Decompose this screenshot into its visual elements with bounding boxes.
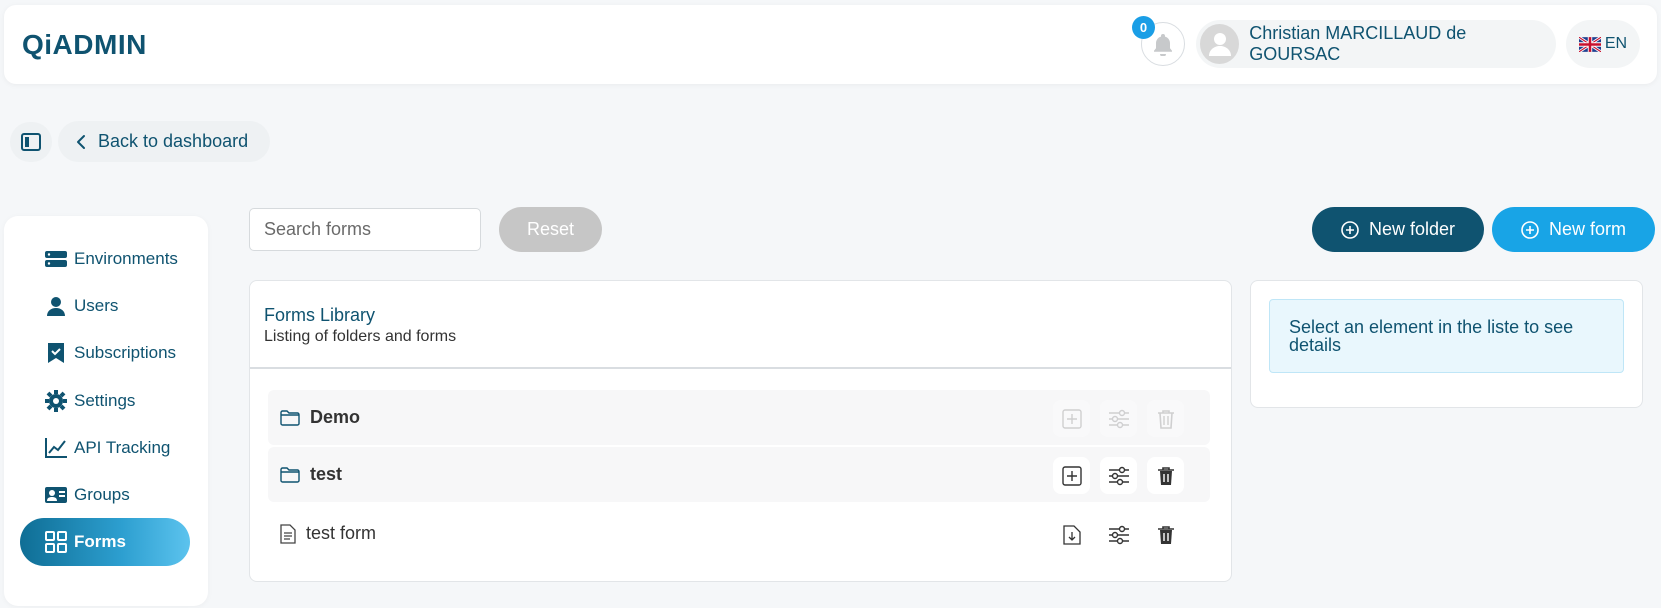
sidebar-item-subscriptions[interactable]: Subscriptions — [20, 329, 190, 377]
plus-circle-icon — [1521, 220, 1539, 239]
back-label: Back to dashboard — [98, 131, 249, 151]
user-menu[interactable]: Christian MARCILLAUD de GOURSAC — [1196, 20, 1556, 68]
delete-button[interactable] — [1147, 516, 1184, 553]
sidebar: Environments Users Subscriptions Setting… — [4, 216, 208, 606]
new-folder-button[interactable]: New folder — [1312, 207, 1484, 252]
new-form-label: New form — [1548, 219, 1626, 239]
logo-text: QiADMIN — [22, 29, 147, 60]
sidebar-item-label: Groups — [74, 485, 130, 504]
user-icon — [44, 296, 68, 316]
sidebar-item-label: API Tracking — [74, 438, 171, 457]
app-logo[interactable]: QiADMIN — [22, 29, 147, 61]
plus-square-icon — [1061, 408, 1082, 429]
list-item-folder-test[interactable]: test — [268, 447, 1210, 502]
back-to-dashboard-button[interactable]: Back to dashboard — [58, 121, 270, 162]
sidebar-item-label: Forms — [74, 532, 126, 551]
forms-library-panel: Forms Library Listing of folders and for… — [249, 280, 1232, 582]
list-item-label: Demo — [310, 407, 361, 427]
language-label: EN — [1604, 35, 1628, 52]
sidebar-item-forms[interactable]: Forms — [20, 518, 190, 566]
trend-chart-icon — [44, 437, 68, 459]
sidebar-item-environments[interactable]: Environments — [20, 235, 190, 283]
user-avatar-icon — [1208, 33, 1231, 56]
search-input[interactable] — [249, 208, 481, 251]
sliders-icon — [1108, 525, 1129, 544]
chevron-left-icon — [77, 134, 85, 149]
language-selector[interactable]: EN — [1566, 20, 1640, 68]
sliders-icon — [1108, 409, 1129, 428]
uk-flag-icon — [1578, 36, 1601, 52]
list-item-folder-demo[interactable]: Demo — [268, 390, 1210, 445]
sidebar-panel-icon — [21, 133, 41, 151]
user-name: Christian MARCILLAUD de GOURSAC — [1249, 23, 1467, 64]
delete-button[interactable] — [1147, 400, 1184, 437]
add-item-button[interactable] — [1053, 400, 1090, 437]
list-item-label: test form — [306, 523, 377, 543]
sidebar-item-label: Settings — [74, 391, 136, 410]
new-form-button[interactable]: New form — [1492, 207, 1655, 252]
trash-icon — [1157, 466, 1174, 485]
sidebar-item-api-tracking[interactable]: API Tracking — [20, 424, 190, 472]
sidebar-item-settings[interactable]: Settings — [20, 377, 190, 425]
notification-count-badge: 0 — [1132, 16, 1155, 39]
bell-icon — [1154, 34, 1172, 56]
sidebar-item-label: Users — [74, 296, 119, 315]
settings-button[interactable] — [1100, 400, 1137, 437]
server-icon — [44, 249, 68, 269]
library-title: Forms Library — [264, 305, 376, 325]
id-card-icon — [44, 486, 68, 504]
sidebar-item-groups[interactable]: Groups — [20, 471, 190, 519]
grid-icon — [44, 530, 68, 554]
file-download-icon — [1062, 524, 1081, 545]
sidebar-item-label: Environments — [74, 249, 178, 268]
divider — [250, 367, 1231, 369]
library-subtitle: Listing of folders and forms — [264, 328, 457, 345]
gear-icon — [44, 390, 68, 412]
plus-circle-icon — [1341, 220, 1359, 239]
folder-icon — [280, 409, 300, 426]
details-panel: Select an element in the liste to see de… — [1250, 280, 1643, 408]
avatar — [1200, 24, 1240, 64]
sidebar-item-label: Subscriptions — [74, 343, 177, 362]
trash-icon — [1157, 409, 1174, 429]
bookmark-check-icon — [44, 342, 68, 364]
list-item-label: test — [310, 464, 343, 484]
delete-button[interactable] — [1147, 457, 1184, 494]
document-icon — [280, 523, 296, 544]
sidebar-item-users[interactable]: Users — [20, 282, 190, 330]
reset-button[interactable]: Reset — [499, 207, 602, 252]
sliders-icon — [1108, 466, 1129, 485]
settings-button[interactable] — [1100, 457, 1137, 494]
list-item-form-test-form[interactable]: test form — [268, 506, 1210, 561]
trash-icon — [1157, 525, 1174, 544]
settings-button[interactable] — [1100, 516, 1137, 553]
add-item-button[interactable] — [1053, 457, 1090, 494]
info-message: Select an element in the liste to see de… — [1269, 299, 1624, 373]
plus-square-icon — [1061, 465, 1082, 486]
folder-icon — [280, 466, 300, 483]
sidebar-toggle-button[interactable] — [10, 122, 52, 162]
new-folder-label: New folder — [1368, 219, 1456, 239]
download-form-button[interactable] — [1053, 516, 1090, 553]
